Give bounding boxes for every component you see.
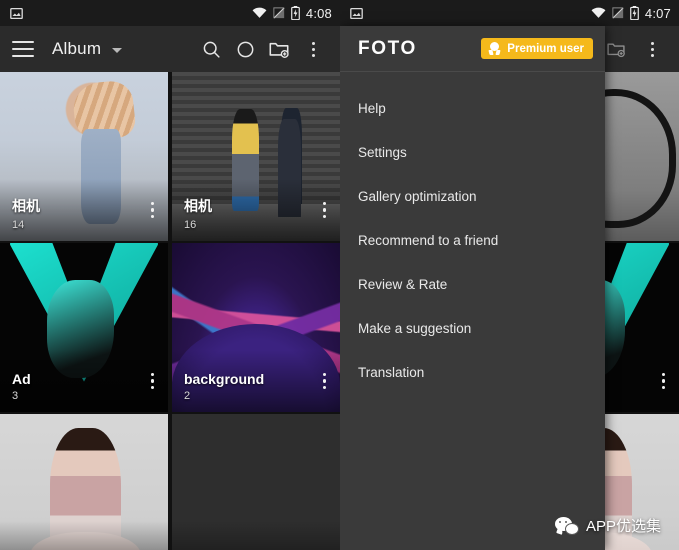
watermark: APP优选集 xyxy=(554,515,661,536)
album-meta: 相机 14 xyxy=(12,196,40,231)
thumbnail-gradient-overlay xyxy=(0,521,168,550)
left-phone-panel: 4:08 Album 相机 14 相机 16 Ad 3 background 2 xyxy=(0,0,340,550)
overflow-menu-icon[interactable] xyxy=(635,32,669,66)
album-cell[interactable]: Pictures xyxy=(172,414,340,550)
drawer-item-translation[interactable]: Translation xyxy=(340,350,605,394)
app-brand-title: FOTO xyxy=(358,37,417,59)
album-name: 相机 xyxy=(12,198,40,214)
overflow-dots xyxy=(650,41,654,57)
status-bar-notifications xyxy=(10,7,23,20)
status-bar-system-icons: 4:07 xyxy=(591,6,671,21)
album-cell[interactable]: 美女 xyxy=(0,414,168,550)
album-count: 3 xyxy=(12,390,19,402)
drawer-item-gallery-optimization[interactable]: Gallery optimization xyxy=(340,174,605,218)
drawer-item-settings[interactable]: Settings xyxy=(340,130,605,174)
drawer-item-label: Make a suggestion xyxy=(358,320,472,336)
caret-down-icon[interactable] xyxy=(112,48,123,53)
watermark-text: APP优选集 xyxy=(585,518,661,535)
overflow-menu-icon[interactable] xyxy=(296,32,330,66)
drawer-item-label: Translation xyxy=(358,364,425,380)
sim-disabled-icon xyxy=(612,7,624,19)
navigation-drawer: FOTO Premium user Help Settings Gallery … xyxy=(340,26,605,550)
album-overflow-icon[interactable] xyxy=(661,372,665,393)
image-notification-icon xyxy=(350,7,363,20)
status-bar: 4:08 xyxy=(0,0,340,26)
album-overflow-icon[interactable] xyxy=(150,372,154,393)
image-notification-icon xyxy=(10,7,23,20)
search-icon[interactable] xyxy=(194,32,228,66)
battery-charging-icon xyxy=(291,6,300,21)
drawer-menu-list: Help Settings Gallery optimization Recom… xyxy=(340,72,605,394)
album-meta: background 2 xyxy=(184,371,264,402)
dual-screenshot-composite: 4:08 Album 相机 14 相机 16 Ad 3 background 2… xyxy=(0,0,679,550)
hamburger-menu-icon[interactable] xyxy=(12,41,34,57)
wifi-icon xyxy=(591,7,606,19)
drawer-item-label: Gallery optimization xyxy=(358,188,477,204)
medal-icon xyxy=(488,42,501,55)
wifi-icon xyxy=(252,7,267,19)
app-toolbar: Album xyxy=(0,26,340,72)
album-meta: 相机 16 xyxy=(184,196,212,231)
drawer-item-label: Settings xyxy=(358,144,407,160)
drawer-item-recommend-to-a-friend[interactable]: Recommend to a friend xyxy=(340,218,605,262)
album-overflow-icon[interactable] xyxy=(322,372,326,393)
wechat-icon xyxy=(554,516,579,535)
premium-user-label: Premium user xyxy=(507,42,584,55)
premium-user-badge[interactable]: Premium user xyxy=(481,38,593,59)
overflow-dots xyxy=(311,41,315,57)
album-meta: Ad 3 xyxy=(12,371,31,402)
album-count: 16 xyxy=(184,219,197,231)
page-title: Album xyxy=(52,39,102,58)
album-name: 相机 xyxy=(184,198,212,214)
drawer-item-label: Review & Rate xyxy=(358,276,448,292)
drawer-header: FOTO Premium user xyxy=(340,26,605,72)
status-bar: 4:07 xyxy=(340,0,679,26)
album-cell[interactable]: Ad 3 xyxy=(0,243,168,412)
right-phone-panel: 4:07 FOTO Premium user Help Settings Gal… xyxy=(340,0,679,550)
status-bar-system-icons: 4:08 xyxy=(252,6,332,21)
album-grid: 相机 14 相机 16 Ad 3 background 2 xyxy=(0,72,340,550)
drawer-item-help[interactable]: Help xyxy=(340,86,605,130)
sim-disabled-icon xyxy=(273,7,285,19)
album-count: 2 xyxy=(184,390,191,402)
album-name: background xyxy=(184,371,265,387)
select-circle-icon[interactable] xyxy=(228,32,262,66)
album-name: Ad xyxy=(12,371,31,387)
album-overflow-icon[interactable] xyxy=(322,201,326,222)
drawer-item-label: Recommend to a friend xyxy=(358,232,499,248)
status-bar-clock: 4:07 xyxy=(644,5,671,21)
drawer-item-review-and-rate[interactable]: Review & Rate xyxy=(340,262,605,306)
drawer-item-label: Help xyxy=(358,100,386,116)
album-cell[interactable]: 相机 14 xyxy=(0,72,168,241)
album-overflow-icon[interactable] xyxy=(150,201,154,222)
folder-add-icon[interactable] xyxy=(262,32,296,66)
album-cell[interactable]: 相机 16 xyxy=(172,72,340,241)
battery-charging-icon xyxy=(630,6,639,21)
album-cell[interactable]: background 2 xyxy=(172,243,340,412)
status-bar-clock: 4:08 xyxy=(305,5,332,21)
album-count: 14 xyxy=(12,219,25,231)
status-bar-notifications xyxy=(350,7,363,20)
drawer-item-make-a-suggestion[interactable]: Make a suggestion xyxy=(340,306,605,350)
thumbnail-gradient-overlay xyxy=(172,521,340,550)
